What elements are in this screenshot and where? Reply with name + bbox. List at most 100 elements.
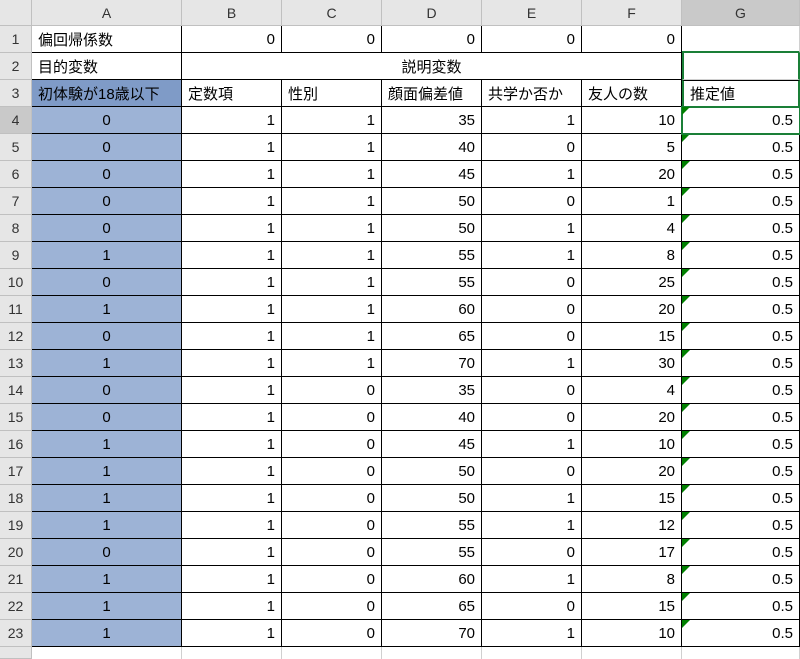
cell-D19[interactable]: 55 (382, 512, 482, 539)
cell-D10[interactable]: 55 (382, 269, 482, 296)
cell-F9[interactable]: 8 (582, 242, 682, 269)
cell-G21[interactable]: 0.5 (682, 566, 800, 593)
cell-A6[interactable]: 0 (32, 161, 182, 188)
cell-F23[interactable]: 10 (582, 620, 682, 647)
cell-G13[interactable]: 0.5 (682, 350, 800, 377)
cell-B22[interactable]: 1 (182, 593, 282, 620)
cell-F22[interactable]: 15 (582, 593, 682, 620)
column-header-A[interactable]: A (32, 0, 182, 26)
cell-E3[interactable]: 共学か否か (482, 80, 582, 107)
cell-E4[interactable]: 1 (482, 107, 582, 134)
row-header-16[interactable]: 16 (0, 431, 32, 458)
row-header-18[interactable]: 18 (0, 485, 32, 512)
cell-D11[interactable]: 60 (382, 296, 482, 323)
cell-G14[interactable]: 0.5 (682, 377, 800, 404)
corner-select-all[interactable] (0, 0, 32, 26)
column-header-B[interactable]: B (182, 0, 282, 26)
cell-B5[interactable]: 1 (182, 134, 282, 161)
cell-A19[interactable]: 1 (32, 512, 182, 539)
cell-C23[interactable]: 0 (282, 620, 382, 647)
row-header-7[interactable]: 7 (0, 188, 32, 215)
cell-D8[interactable]: 50 (382, 215, 482, 242)
cell-C9[interactable]: 1 (282, 242, 382, 269)
cell-G6[interactable]: 0.5 (682, 161, 800, 188)
cell-C3[interactable]: 性別 (282, 80, 382, 107)
cell-E13[interactable]: 1 (482, 350, 582, 377)
cell-G5[interactable]: 0.5 (682, 134, 800, 161)
cell-E1[interactable]: 0 (482, 26, 582, 53)
column-header-C[interactable]: C (282, 0, 382, 26)
cell-E10[interactable]: 0 (482, 269, 582, 296)
cell-A7[interactable]: 0 (32, 188, 182, 215)
cell-E6[interactable]: 1 (482, 161, 582, 188)
cell-G17[interactable]: 0.5 (682, 458, 800, 485)
cell-B21[interactable]: 1 (182, 566, 282, 593)
cell-A12[interactable]: 0 (32, 323, 182, 350)
cell-C1[interactable]: 0 (282, 26, 382, 53)
cell-G4[interactable]: 0.5 (682, 107, 800, 134)
row-header-12[interactable]: 12 (0, 323, 32, 350)
cell-D22[interactable]: 65 (382, 593, 482, 620)
cell-D9[interactable]: 55 (382, 242, 482, 269)
row-header-9[interactable]: 9 (0, 242, 32, 269)
cell-F21[interactable]: 8 (582, 566, 682, 593)
cell-C7[interactable]: 1 (282, 188, 382, 215)
cell-G20[interactable]: 0.5 (682, 539, 800, 566)
row-header-15[interactable]: 15 (0, 404, 32, 431)
cell-C5[interactable]: 1 (282, 134, 382, 161)
cell-E15[interactable]: 0 (482, 404, 582, 431)
cell-F16[interactable]: 10 (582, 431, 682, 458)
cell-empty-24-3[interactable] (382, 647, 482, 659)
spreadsheet-grid[interactable]: ABCDEFG1偏回帰係数000002目的変数説明変数3初体験が18歳以下定数項… (0, 0, 800, 659)
cell-A20[interactable]: 0 (32, 539, 182, 566)
cell-A13[interactable]: 1 (32, 350, 182, 377)
cell-G1[interactable] (682, 26, 800, 53)
cell-E18[interactable]: 1 (482, 485, 582, 512)
cell-C17[interactable]: 0 (282, 458, 382, 485)
row-header-24[interactable] (0, 647, 32, 659)
cell-B3[interactable]: 定数項 (182, 80, 282, 107)
cell-E20[interactable]: 0 (482, 539, 582, 566)
cell-G23[interactable]: 0.5 (682, 620, 800, 647)
cell-E17[interactable]: 0 (482, 458, 582, 485)
cell-G22[interactable]: 0.5 (682, 593, 800, 620)
cell-F15[interactable]: 20 (582, 404, 682, 431)
cell-A4[interactable]: 0 (32, 107, 182, 134)
cell-F11[interactable]: 20 (582, 296, 682, 323)
cell-G10[interactable]: 0.5 (682, 269, 800, 296)
cell-E19[interactable]: 1 (482, 512, 582, 539)
cell-C6[interactable]: 1 (282, 161, 382, 188)
cell-A18[interactable]: 1 (32, 485, 182, 512)
cell-A21[interactable]: 1 (32, 566, 182, 593)
cell-D4[interactable]: 35 (382, 107, 482, 134)
cell-E5[interactable]: 0 (482, 134, 582, 161)
cell-F6[interactable]: 20 (582, 161, 682, 188)
cell-B18[interactable]: 1 (182, 485, 282, 512)
cell-D6[interactable]: 45 (382, 161, 482, 188)
cell-B12[interactable]: 1 (182, 323, 282, 350)
cell-F1[interactable]: 0 (582, 26, 682, 53)
cell-A8[interactable]: 0 (32, 215, 182, 242)
cell-C4[interactable]: 1 (282, 107, 382, 134)
cell-G9[interactable]: 0.5 (682, 242, 800, 269)
cell-empty-24-6[interactable] (682, 647, 800, 659)
row-header-20[interactable]: 20 (0, 539, 32, 566)
cell-G3[interactable]: 推定値 (682, 80, 800, 107)
cell-B17[interactable]: 1 (182, 458, 282, 485)
cell-D18[interactable]: 50 (382, 485, 482, 512)
cell-E22[interactable]: 0 (482, 593, 582, 620)
cell-D3[interactable]: 顔面偏差値 (382, 80, 482, 107)
cell-F4[interactable]: 10 (582, 107, 682, 134)
cell-G15[interactable]: 0.5 (682, 404, 800, 431)
cell-G18[interactable]: 0.5 (682, 485, 800, 512)
cell-D5[interactable]: 40 (382, 134, 482, 161)
cell-C12[interactable]: 1 (282, 323, 382, 350)
row-header-19[interactable]: 19 (0, 512, 32, 539)
cell-E14[interactable]: 0 (482, 377, 582, 404)
cell-C8[interactable]: 1 (282, 215, 382, 242)
row-header-23[interactable]: 23 (0, 620, 32, 647)
cell-F12[interactable]: 15 (582, 323, 682, 350)
cell-E16[interactable]: 1 (482, 431, 582, 458)
cell-C22[interactable]: 0 (282, 593, 382, 620)
row-header-5[interactable]: 5 (0, 134, 32, 161)
